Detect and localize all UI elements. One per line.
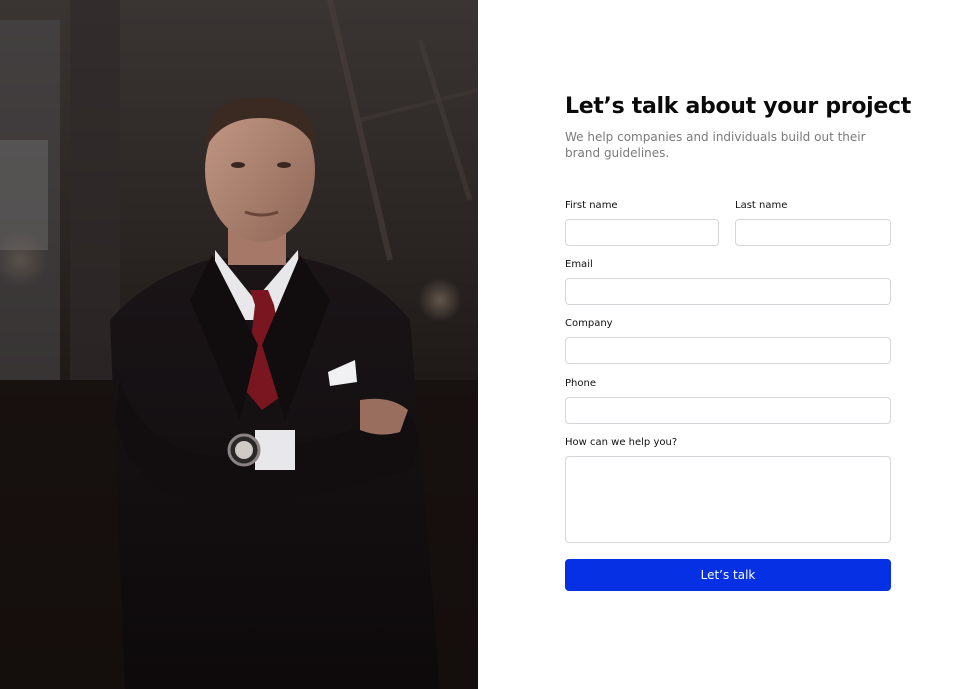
message-textarea[interactable] [565,456,891,543]
phone-label: Phone [565,378,596,389]
message-label: How can we help you? [565,437,678,448]
email-label: Email [565,259,593,270]
lets-talk-button[interactable]: Let’s talk [565,559,891,591]
company-label: Company [565,318,613,329]
last-name-input[interactable] [735,219,891,246]
last-name-label: Last name [735,200,788,211]
email-input[interactable] [565,278,891,305]
businessman-photo [0,0,478,689]
company-input[interactable] [565,337,891,364]
phone-input[interactable] [565,397,891,424]
first-name-input[interactable] [565,219,719,246]
page-title: Let’s talk about your project [565,94,911,119]
contact-form-panel: Let’s talk about your project We help co… [478,0,971,689]
first-name-label: First name [565,200,618,211]
hero-photo [0,0,478,689]
page-subtitle: We help companies and individuals build … [565,130,866,160]
